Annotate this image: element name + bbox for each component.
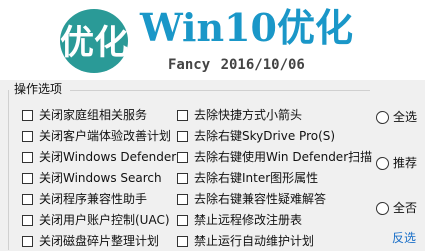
checkbox-label: 禁止远程修改注册表 bbox=[194, 213, 303, 227]
checkbox-disable-uac[interactable]: 关闭用户账户控制(UAC) bbox=[22, 210, 170, 230]
checkbox-block-remote-registry[interactable]: 禁止远程修改注册表 bbox=[177, 210, 302, 230]
checkbox-label: 关闭磁盘碎片整理计划 bbox=[39, 234, 160, 248]
app-logo: 优化 bbox=[60, 9, 128, 73]
checkbox-box[interactable] bbox=[22, 193, 33, 205]
invert-selection-link[interactable]: 反选 bbox=[392, 232, 416, 244]
checkbox-box[interactable] bbox=[22, 130, 33, 142]
checkbox-label: 去除右键SkyDrive Pro(S) bbox=[194, 129, 336, 143]
logo-text: 优化 bbox=[60, 23, 128, 63]
checkbox-disable-compat-assistant[interactable]: 关闭程序兼容性助手 bbox=[22, 189, 147, 209]
checkbox-box[interactable] bbox=[177, 235, 188, 247]
checkbox-box[interactable] bbox=[177, 172, 188, 184]
checkbox-disable-homegroup[interactable]: 关闭家庭组相关服务 bbox=[22, 105, 147, 125]
checkbox-disable-ceip[interactable]: 关闭客户端体验改善计划 bbox=[22, 126, 171, 146]
checkbox-label: 关闭程序兼容性助手 bbox=[39, 192, 148, 206]
radio-circle[interactable] bbox=[376, 201, 389, 215]
checkbox-box[interactable] bbox=[177, 214, 188, 226]
checkbox-remove-skydrive-menu[interactable]: 去除右键SkyDrive Pro(S) bbox=[177, 126, 335, 146]
group-divider bbox=[70, 90, 370, 91]
checkbox-label: 关闭Windows Defender bbox=[39, 150, 177, 164]
checkbox-label: 去除右键Inter图形属性 bbox=[194, 171, 319, 185]
group-border bbox=[8, 90, 9, 250]
checkbox-box[interactable] bbox=[22, 235, 33, 247]
checkbox-label: 关闭家庭组相关服务 bbox=[39, 108, 148, 122]
checkbox-label: 关闭Windows Search bbox=[39, 171, 162, 185]
checkbox-label: 去除右键兼容性疑难解答 bbox=[194, 192, 327, 206]
checkbox-label: 去除右键使用Win Defender扫描 bbox=[194, 150, 373, 164]
options-group-label: 操作选项 bbox=[14, 82, 63, 96]
checkbox-label: 关闭用户账户控制(UAC) bbox=[39, 213, 170, 227]
app-title: Win10优化 bbox=[140, 5, 353, 50]
checkbox-box[interactable] bbox=[177, 109, 188, 121]
checkbox-box[interactable] bbox=[177, 130, 188, 142]
checkbox-disable-search[interactable]: 关闭Windows Search bbox=[22, 168, 162, 188]
checkbox-remove-intel-graphics-menu[interactable]: 去除右键Inter图形属性 bbox=[177, 168, 318, 188]
radio-label: 全否 bbox=[393, 201, 418, 215]
checkbox-remove-defender-scan-menu[interactable]: 去除右键使用Win Defender扫描 bbox=[177, 147, 372, 167]
checkbox-remove-compat-troubleshoot-menu[interactable]: 去除右键兼容性疑难解答 bbox=[177, 189, 326, 209]
checkbox-box[interactable] bbox=[22, 109, 33, 121]
checkbox-label: 关闭客户端体验改善计划 bbox=[39, 129, 172, 143]
radio-label: 推荐 bbox=[393, 156, 418, 170]
checkbox-box[interactable] bbox=[22, 214, 33, 226]
header-banner: 优化 Win10优化 Fancy 2016/10/06 bbox=[0, 0, 425, 80]
radio-label: 全选 bbox=[393, 110, 418, 124]
checkbox-box[interactable] bbox=[22, 172, 33, 184]
checkbox-disable-defender[interactable]: 关闭Windows Defender bbox=[22, 147, 176, 167]
radio-select-none[interactable]: 全否 bbox=[376, 198, 417, 218]
checkbox-label: 去除快捷方式小箭头 bbox=[194, 108, 303, 122]
radio-select-all[interactable]: 全选 bbox=[376, 107, 417, 127]
checkbox-box[interactable] bbox=[177, 193, 188, 205]
checkbox-block-auto-maintenance[interactable]: 禁止运行自动维护计划 bbox=[177, 231, 314, 251]
app-subtitle: Fancy 2016/10/06 bbox=[168, 57, 305, 73]
radio-circle[interactable] bbox=[376, 110, 389, 124]
checkbox-box[interactable] bbox=[177, 151, 188, 163]
checkbox-label: 禁止运行自动维护计划 bbox=[194, 234, 315, 248]
checkbox-disable-defrag-schedule[interactable]: 关闭磁盘碎片整理计划 bbox=[22, 231, 159, 251]
checkbox-box[interactable] bbox=[22, 151, 33, 163]
radio-circle[interactable] bbox=[376, 156, 389, 170]
radio-recommended[interactable]: 推荐 bbox=[376, 153, 417, 173]
checkbox-remove-shortcut-arrow[interactable]: 去除快捷方式小箭头 bbox=[177, 105, 302, 125]
